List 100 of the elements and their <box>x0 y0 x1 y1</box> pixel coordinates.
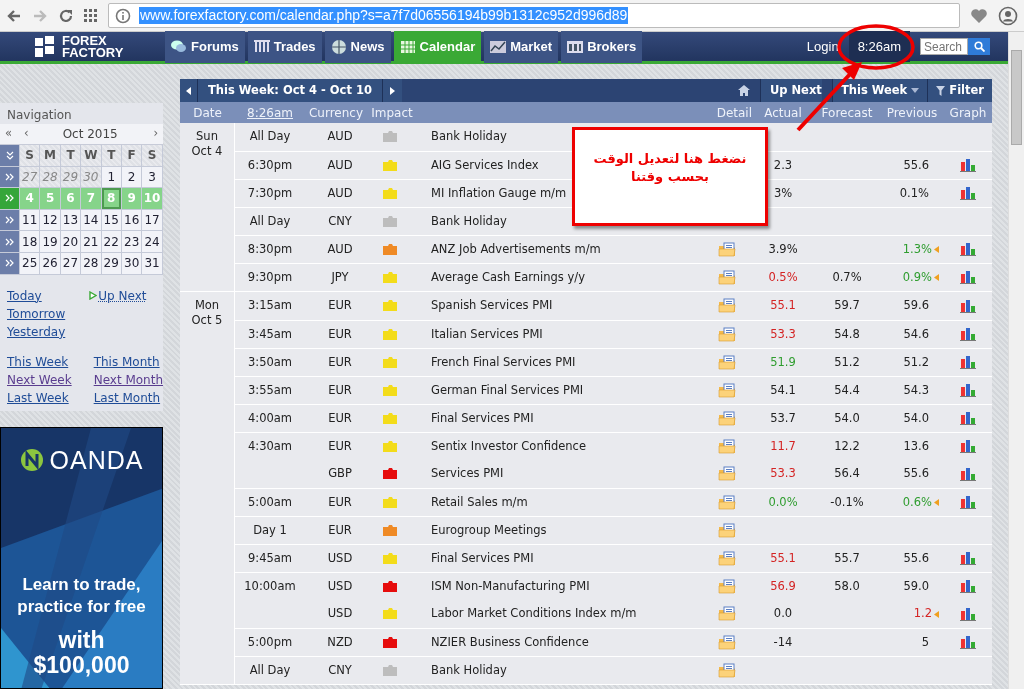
heart-icon[interactable] <box>970 7 988 24</box>
search-field[interactable]: Search <box>920 38 968 55</box>
folder-icon[interactable] <box>718 382 736 398</box>
bar-chart-icon[interactable] <box>960 635 976 650</box>
bar-chart-icon[interactable] <box>960 186 976 201</box>
folder-icon[interactable] <box>718 466 736 482</box>
calendar-day[interactable]: 31 <box>142 252 163 275</box>
prev-month-link[interactable]: ‹ <box>24 125 29 143</box>
week-select-icon[interactable] <box>5 237 14 246</box>
nav-tab[interactable]: News <box>324 30 391 63</box>
calendar-day[interactable]: 3 <box>142 166 163 189</box>
bar-chart-icon[interactable] <box>960 439 976 454</box>
event-title[interactable]: ANZ Job Advertisements m/m <box>431 241 601 256</box>
folder-icon[interactable] <box>718 634 736 650</box>
up-next-button[interactable]: Up Next <box>759 79 822 102</box>
bar-chart-icon[interactable] <box>960 355 976 370</box>
folder-icon[interactable] <box>718 438 736 454</box>
bar-chart-icon[interactable] <box>960 383 976 398</box>
folder-icon[interactable] <box>718 606 736 622</box>
nav-link[interactable]: Up Next <box>98 286 147 305</box>
calendar-day[interactable]: 24 <box>142 231 163 253</box>
apps-icon[interactable] <box>84 8 98 23</box>
folder-icon[interactable] <box>718 298 736 314</box>
first-month-link[interactable]: « <box>5 125 13 143</box>
nav-link[interactable]: This Week <box>7 352 72 371</box>
event-title[interactable]: AIG Services Index <box>431 157 539 172</box>
nav-link[interactable]: Last Month <box>93 388 164 407</box>
event-title[interactable]: Bank Holiday <box>431 129 507 144</box>
nav-link[interactable]: Yesterday <box>7 322 66 341</box>
bar-chart-icon[interactable] <box>960 298 976 313</box>
folder-icon[interactable] <box>718 662 736 678</box>
previous-week-button[interactable] <box>180 79 197 102</box>
advertisement-banner[interactable]: OANDA Learn to trade, practice for free with $100,000 <box>0 426 163 689</box>
folder-icon[interactable] <box>718 578 736 594</box>
folder-icon[interactable] <box>718 494 736 510</box>
scrollbar[interactable] <box>1008 32 1024 689</box>
event-title[interactable]: Final Services PMI <box>431 550 534 565</box>
calendar-day[interactable]: 23 <box>121 231 143 253</box>
folder-icon[interactable] <box>718 241 736 257</box>
next-month-link[interactable]: › <box>153 125 158 143</box>
event-title[interactable]: German Final Services PMI <box>431 382 584 397</box>
event-title[interactable]: NZIER Business Confidence <box>431 634 589 649</box>
bar-chart-icon[interactable] <box>960 495 976 510</box>
week-select-icon[interactable] <box>5 172 14 181</box>
nav-tab[interactable]: Brokers <box>561 30 643 63</box>
calendar-day[interactable]: 25 <box>20 252 41 275</box>
calendar-day[interactable]: 17 <box>142 209 163 232</box>
event-title[interactable]: Eurogroup Meetings <box>431 522 547 537</box>
calendar-day[interactable]: 28 <box>81 252 102 275</box>
site-logo[interactable]: FOREX FACTORY <box>0 34 165 59</box>
nav-tab[interactable]: Market <box>484 30 559 63</box>
week-select-icon[interactable] <box>5 259 14 268</box>
period-dropdown[interactable]: This Week <box>831 79 928 102</box>
event-title[interactable]: Sentix Investor Confidence <box>431 438 586 453</box>
back-icon[interactable] <box>6 7 22 24</box>
event-title[interactable]: Italian Services PMI <box>431 326 543 341</box>
calendar-day[interactable]: 18 <box>20 231 41 253</box>
folder-icon[interactable] <box>718 522 736 538</box>
expand-icon[interactable] <box>5 150 14 160</box>
calendar-day[interactable]: 19 <box>40 231 61 253</box>
calendar-day[interactable]: 11 <box>20 209 41 232</box>
nav-tab[interactable]: Trades <box>247 30 322 63</box>
bar-chart-icon[interactable] <box>960 327 976 342</box>
nav-link[interactable]: Next Week <box>7 370 72 389</box>
event-title[interactable]: MI Inflation Gauge m/m <box>431 185 567 200</box>
login-link[interactable]: Login <box>806 36 839 57</box>
event-title[interactable]: Services PMI <box>431 466 504 481</box>
bar-chart-icon[interactable] <box>960 606 976 621</box>
nav-tab[interactable]: Forums <box>165 30 245 63</box>
folder-icon[interactable] <box>718 410 736 426</box>
nav-link[interactable]: Today <box>7 286 66 305</box>
search-button[interactable] <box>968 38 990 55</box>
bar-chart-icon[interactable] <box>960 411 976 426</box>
bar-chart-icon[interactable] <box>960 466 976 481</box>
folder-icon[interactable] <box>718 550 736 566</box>
bar-chart-icon[interactable] <box>960 242 976 257</box>
calendar-day[interactable]: 22 <box>101 231 122 253</box>
event-title[interactable]: Retail Sales m/m <box>431 494 528 509</box>
bar-chart-icon[interactable] <box>960 551 976 566</box>
calendar-day[interactable]: 12 <box>40 209 61 232</box>
folder-icon[interactable] <box>718 326 736 342</box>
week-select-icon[interactable] <box>5 216 14 225</box>
event-title[interactable]: Bank Holiday <box>431 662 507 677</box>
event-title[interactable]: ISM Non-Manufacturing PMI <box>431 578 590 593</box>
account-icon[interactable] <box>998 5 1018 26</box>
nav-link[interactable]: This Month <box>93 352 164 371</box>
calendar-day[interactable]: 26 <box>40 252 61 275</box>
reload-icon[interactable] <box>58 7 74 24</box>
nav-link[interactable]: Last Week <box>7 388 72 407</box>
bar-chart-icon[interactable] <box>960 270 976 285</box>
nav-link[interactable]: Next Month <box>93 370 164 389</box>
bar-chart-icon[interactable] <box>960 158 976 173</box>
filter-button[interactable]: Filter <box>927 79 992 102</box>
event-title[interactable]: Bank Holiday <box>431 213 507 228</box>
event-title[interactable]: Spanish Services PMI <box>431 298 553 313</box>
folder-icon[interactable] <box>718 269 736 285</box>
bar-chart-icon[interactable] <box>960 579 976 594</box>
calendar-day[interactable]: 21 <box>81 231 102 253</box>
event-title[interactable]: French Final Services PMI <box>431 354 576 369</box>
folder-icon[interactable] <box>718 354 736 370</box>
